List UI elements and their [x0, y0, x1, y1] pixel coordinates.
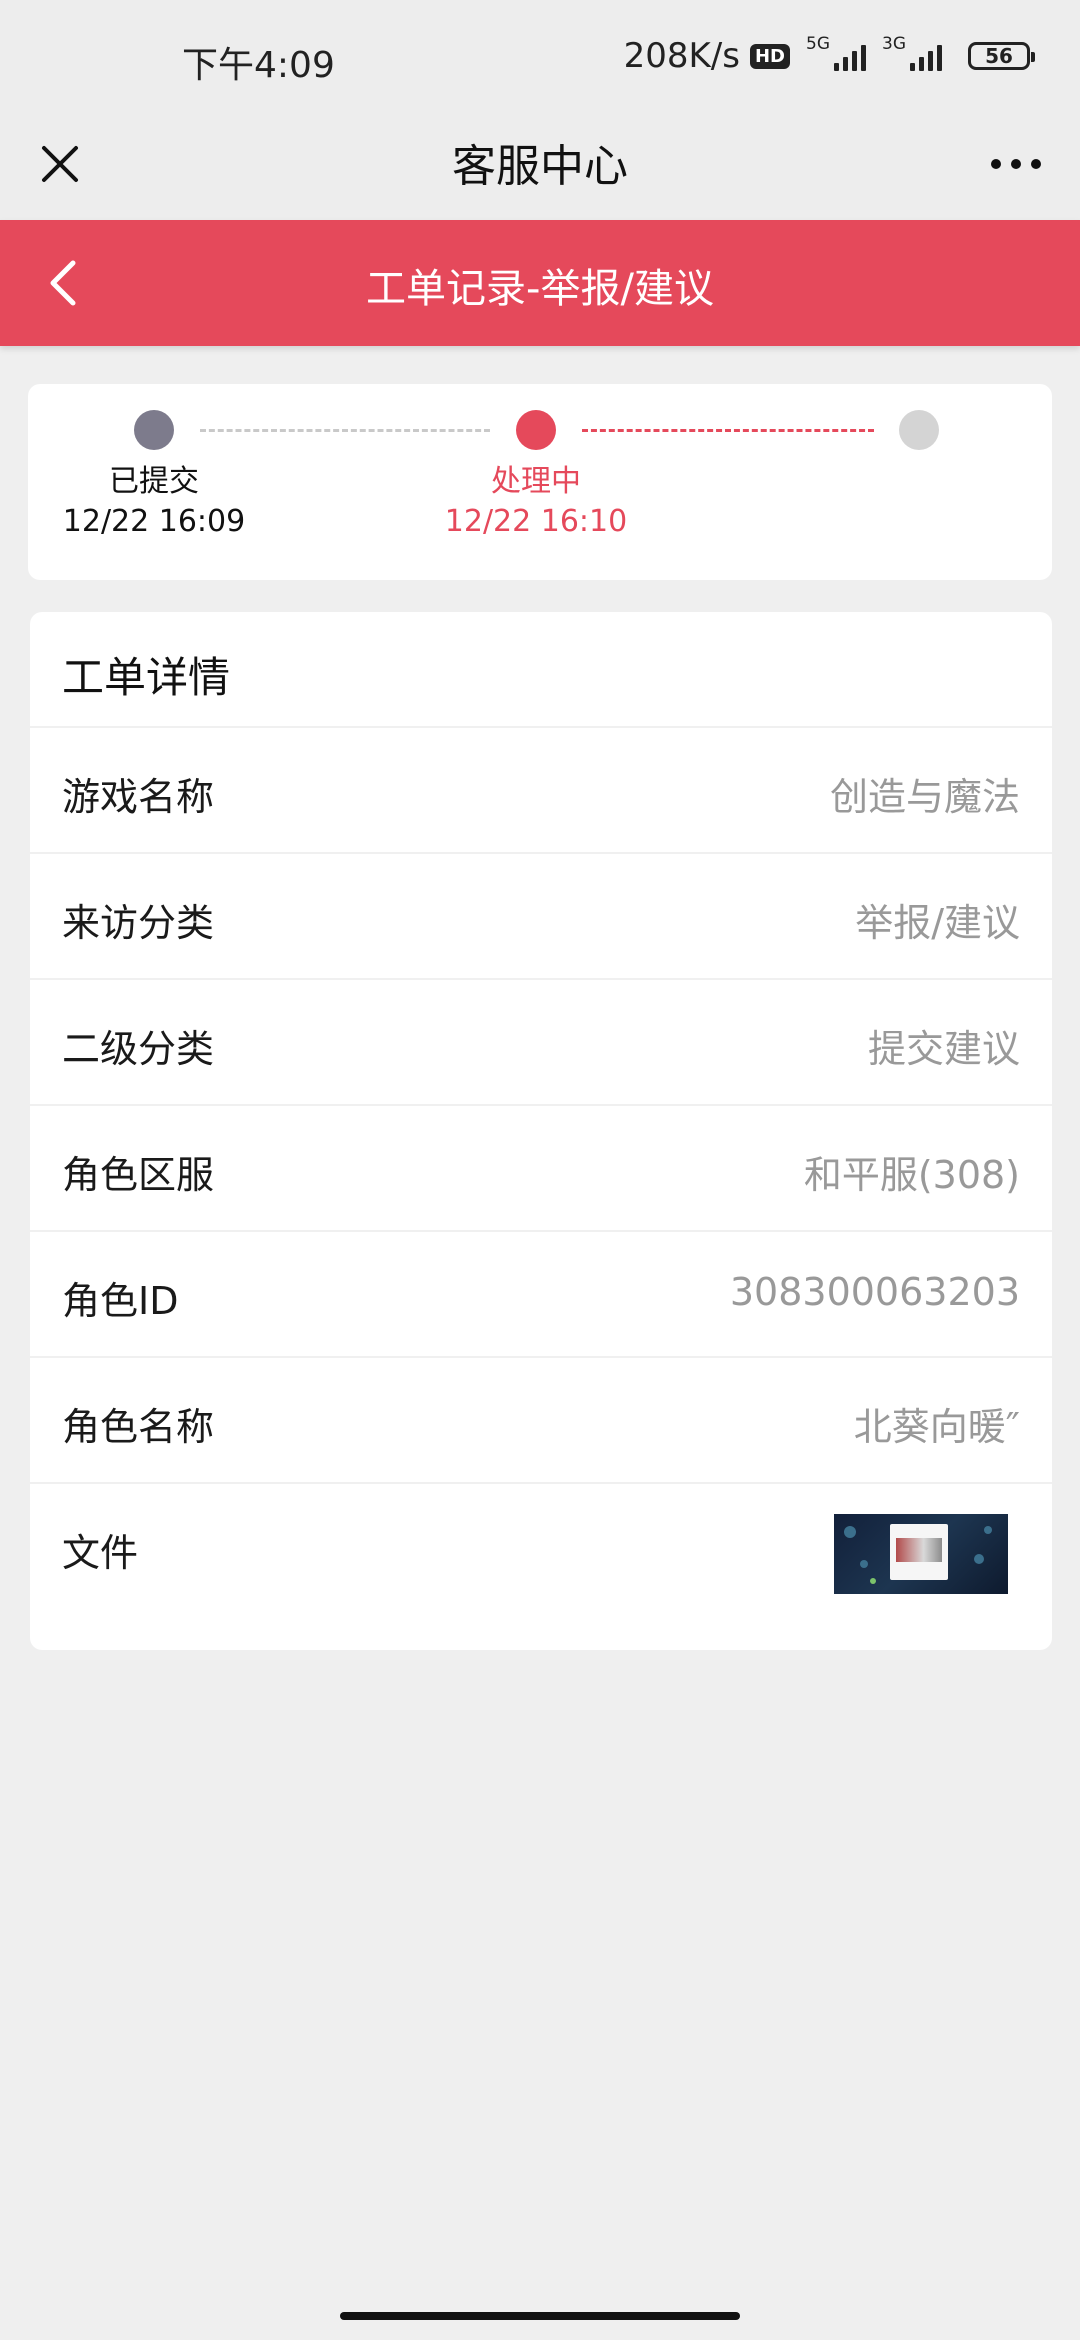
progress-steps: 已提交 12/22 16:09 处理中 12/22 16:10 — [28, 384, 1052, 580]
row-label: 角色ID — [62, 1279, 179, 1323]
status-bar: 下午4:09 208K/s HD 5G 3G 56 — [0, 0, 1080, 110]
step-connector — [582, 429, 874, 432]
image-icon — [890, 1524, 948, 1580]
row-value: 提交建议 — [867, 1027, 1020, 1071]
step-connector — [200, 429, 490, 432]
status-time: 下午4:09 — [182, 45, 335, 86]
row-value: 北葵向暖″ — [853, 1405, 1020, 1449]
hd-badge: HD — [749, 43, 790, 69]
detail-row-sub-category: 二级分类 提交建议 — [30, 978, 1052, 1104]
row-value: 创造与魔法 — [829, 775, 1020, 819]
page-title: 客服中心 — [452, 141, 628, 192]
signal-icon — [834, 41, 866, 71]
step-label: 已提交 — [109, 464, 199, 499]
network-label-5g: 5G — [806, 34, 830, 54]
detail-row-game-name: 游戏名称 创造与魔法 — [30, 726, 1052, 852]
title-bar: 客服中心 — [0, 110, 1080, 220]
home-indicator[interactable] — [340, 2312, 740, 2320]
row-value: 举报/建议 — [855, 901, 1020, 945]
step-dot-pending — [899, 410, 939, 450]
step-time: 12/22 16:10 — [444, 504, 628, 539]
row-label: 来访分类 — [62, 901, 215, 945]
detail-heading: 工单详情 — [62, 653, 231, 702]
more-button[interactable] — [976, 132, 1056, 196]
row-label: 角色名称 — [62, 1405, 215, 1449]
section-header: 工单记录-举报/建议 — [0, 220, 1080, 346]
detail-row-role-name: 角色名称 北葵向暖″ — [30, 1356, 1052, 1482]
signal-icon — [910, 41, 942, 71]
file-thumbnail[interactable] — [834, 1514, 1008, 1594]
step-dot-submitted — [134, 410, 174, 450]
battery-icon: 56 — [968, 42, 1035, 70]
step-submitted: 已提交 12/22 16:09 — [24, 462, 284, 542]
header-title: 工单记录-举报/建议 — [366, 266, 714, 312]
net-speed: 208K/s — [623, 36, 740, 76]
row-label: 角色区服 — [62, 1153, 215, 1197]
network-label-3g: 3G — [882, 34, 906, 54]
row-label: 游戏名称 — [62, 775, 215, 819]
step-label: 处理中 — [491, 464, 581, 499]
row-label: 文件 — [62, 1531, 139, 1575]
step-time: 12/22 16:09 — [62, 504, 246, 539]
status-indicators: 208K/s HD 5G 3G 56 — [623, 34, 1035, 76]
detail-row-server: 角色区服 和平服(308) — [30, 1104, 1052, 1230]
detail-row-file: 文件 — [30, 1482, 1052, 1650]
row-value: 308300063203 — [729, 1270, 1020, 1314]
detail-row-role-id: 角色ID 308300063203 — [30, 1230, 1052, 1356]
step-processing: 处理中 12/22 16:10 — [406, 462, 666, 542]
detail-row-visit-category: 来访分类 举报/建议 — [30, 852, 1052, 978]
row-label: 二级分类 — [62, 1027, 215, 1071]
more-icon — [991, 159, 1001, 169]
step-dot-processing — [516, 410, 556, 450]
row-value: 和平服(308) — [803, 1153, 1020, 1197]
ticket-detail-card: 工单详情 游戏名称 创造与魔法 来访分类 举报/建议 二级分类 提交建议 角色区… — [30, 612, 1052, 1650]
